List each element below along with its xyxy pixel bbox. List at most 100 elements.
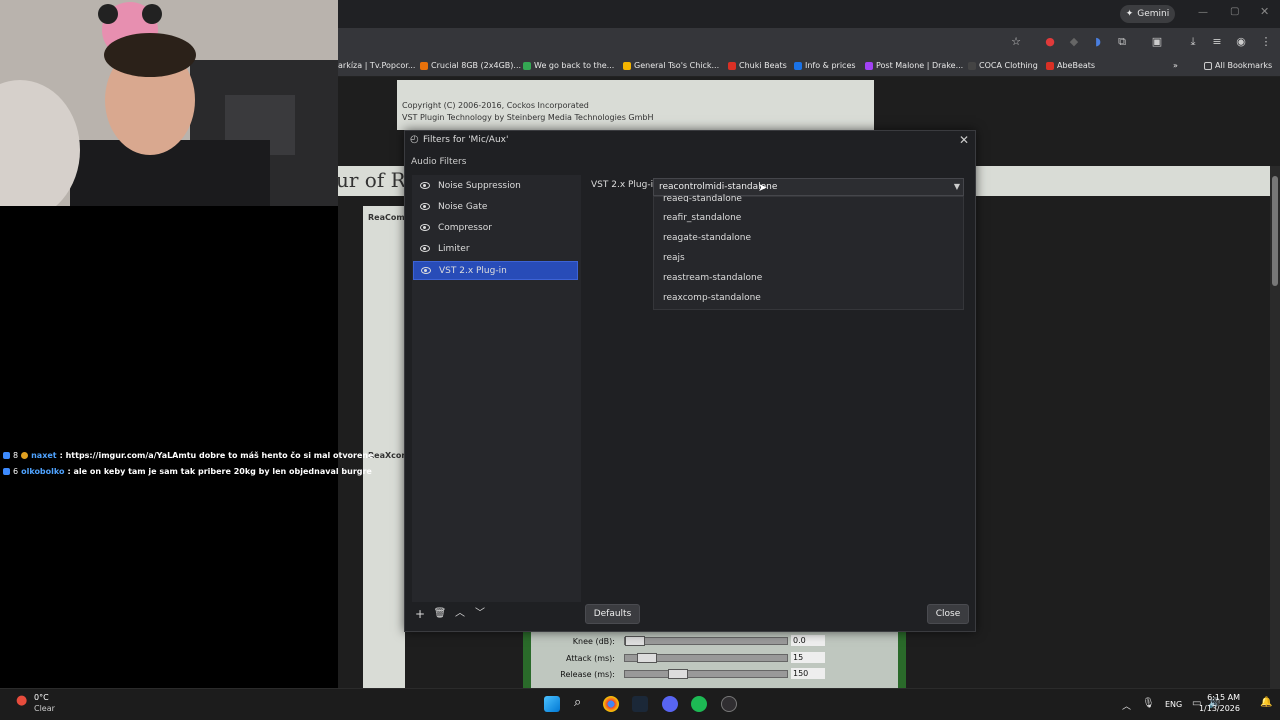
scrollbar-thumb[interactable] [1272, 176, 1278, 286]
slider-knob[interactable] [668, 669, 689, 679]
move-up-icon[interactable]: ︿ [452, 606, 468, 622]
bookmark-favicon-icon [728, 61, 736, 70]
filter-item[interactable]: Noise Suppression [413, 176, 578, 195]
bookmark-favicon-icon [1046, 61, 1054, 70]
chat-message: 6 olkobolko : ale on keby tam je sam tak… [3, 467, 372, 476]
download-icon[interactable]: ⤓ [1186, 35, 1200, 49]
defaults-button[interactable]: Defaults [585, 604, 640, 624]
filter-item[interactable]: Compressor [413, 218, 578, 237]
tray-overflow-icon[interactable]: ︿ [1122, 699, 1131, 712]
param-value[interactable]: 150 [791, 668, 825, 679]
document-header: Copyright (C) 2006-2016, Cockos Incorpor… [397, 80, 874, 130]
chat-badge-icon [21, 452, 29, 459]
remove-filter-button[interactable]: 🗑 [432, 606, 448, 622]
folder-icon [1204, 61, 1212, 70]
search-icon[interactable]: ⌕ [574, 695, 581, 710]
weather-description[interactable]: Clear [34, 704, 55, 713]
chat-message: 8 naxet : https://imgur.com/a/YaLAmtu do… [3, 451, 374, 460]
profile-avatar-icon[interactable]: ◉ [1234, 35, 1248, 49]
clock-time[interactable]: 6:15 AM [1204, 693, 1240, 702]
bookmark-item[interactable]: arkíza | Tv.Popcor... [338, 61, 415, 70]
bookmark-favicon-icon [794, 61, 802, 70]
visibility-eye-icon[interactable] [420, 182, 430, 189]
chat-username[interactable]: olkobolko [21, 467, 64, 476]
slider-knob[interactable] [625, 636, 645, 646]
steam-icon[interactable] [632, 696, 648, 712]
extension-icon[interactable]: ◆ [1067, 35, 1081, 49]
param-value[interactable]: 0.0 [791, 635, 825, 646]
param-slider[interactable] [624, 669, 788, 679]
chat-text: : ale on keby tam je sam tak pribere 20k… [67, 467, 372, 476]
param-label: Release (ms): [560, 670, 615, 679]
extension-icon[interactable]: ◗ [1091, 35, 1105, 49]
bookmarks-overflow-icon[interactable]: » [1173, 61, 1178, 70]
dropdown-option[interactable]: reastream-standalone [663, 273, 762, 283]
dropdown-option[interactable]: reagate-standalone [663, 233, 751, 243]
bookmark-item[interactable]: We go back to the... [523, 61, 614, 70]
notification-bell-icon[interactable]: 🔔 [1260, 697, 1272, 708]
filter-item-selected[interactable]: VST 2.x Plug-in [413, 261, 578, 280]
bookmark-item[interactable]: Chuki Beats [728, 61, 787, 70]
dropdown-option[interactable]: reajs [663, 253, 685, 263]
bookmark-item[interactable]: COCA Clothing [968, 61, 1038, 70]
all-bookmarks[interactable]: All Bookmarks [1204, 61, 1272, 70]
bookmark-favicon-icon [623, 61, 631, 70]
param-value[interactable]: 15 [791, 652, 825, 663]
filter-item[interactable]: Limiter [413, 239, 578, 258]
bookmark-item[interactable]: AbeBeats [1046, 61, 1095, 70]
maximize-icon[interactable]: ▢ [1230, 6, 1239, 17]
discord-icon[interactable] [662, 696, 678, 712]
slider-knob[interactable] [636, 653, 657, 663]
close-window-icon[interactable]: ✕ [1260, 5, 1269, 18]
visibility-eye-icon[interactable] [420, 245, 430, 252]
gemini-icon: ✦ [1125, 9, 1134, 19]
param-slider[interactable] [624, 653, 788, 663]
dropdown-option[interactable]: reaeq-standalone [663, 194, 742, 202]
chevron-down-icon: ▼ [953, 182, 960, 191]
visibility-eye-icon[interactable] [420, 203, 430, 210]
chrome-icon[interactable] [603, 696, 619, 712]
obs-icon[interactable] [721, 696, 737, 712]
param-label: Attack (ms): [566, 654, 615, 663]
gemini-button[interactable]: ✦ Gemini [1120, 5, 1175, 23]
param-slider[interactable] [624, 636, 788, 646]
language-indicator[interactable]: ENG [1165, 700, 1182, 709]
extension-icon[interactable]: ● [1043, 35, 1057, 49]
move-down-icon[interactable]: ﹀ [472, 606, 488, 622]
section-title: ReaCom [368, 213, 405, 222]
chat-username[interactable]: naxet [31, 451, 57, 460]
chat-badge-icon [3, 452, 10, 459]
bookmark-item[interactable]: Post Malone | Drake... [865, 61, 963, 70]
mouse-cursor-icon: ➤ [758, 181, 768, 194]
bookmark-item[interactable]: Crucial 8GB (2x4GB)... [420, 61, 521, 70]
bookmark-star-icon[interactable]: ☆ [1009, 35, 1023, 49]
bookmark-item[interactable]: General Tso's Chick... [623, 61, 719, 70]
visibility-eye-icon[interactable] [421, 267, 431, 274]
close-button[interactable]: Close [927, 604, 969, 624]
dialog-title: Filters for 'Mic/Aux' [423, 135, 509, 145]
filter-label: Noise Gate [438, 201, 488, 212]
clock-date[interactable]: 1/13/2026 [1198, 704, 1240, 713]
microphone-icon[interactable]: 🎙 [1142, 698, 1155, 709]
gemini-label: Gemini [1137, 9, 1170, 19]
visibility-eye-icon[interactable] [420, 224, 430, 231]
weather-temperature[interactable]: 0°C [34, 693, 49, 702]
copyright-line: Copyright (C) 2006-2016, Cockos Incorpor… [402, 101, 589, 110]
add-filter-button[interactable]: + [412, 606, 428, 622]
bookmark-item[interactable]: Info & prices [794, 61, 856, 70]
dropdown-option[interactable]: reaxcomp-standalone [663, 293, 761, 303]
reading-list-icon[interactable]: ≡ [1210, 35, 1224, 49]
extensions-puzzle-icon[interactable]: ⧉ [1115, 35, 1129, 49]
dropdown-option[interactable]: reafir_standalone [663, 213, 741, 223]
document-body [363, 206, 405, 688]
spotify-icon[interactable] [691, 696, 707, 712]
sidepanel-icon[interactable]: ▣ [1150, 35, 1164, 49]
menu-kebab-icon[interactable]: ⋮ [1259, 35, 1273, 49]
start-windows-icon[interactable] [544, 696, 560, 712]
filter-label: Limiter [438, 243, 470, 254]
filter-item[interactable]: Noise Gate [413, 197, 578, 216]
close-icon[interactable]: ✕ [959, 133, 969, 147]
weather-icon[interactable]: ● [16, 693, 27, 708]
chat-text: : https://imgur.com/a/YaLAmtu dobre to m… [59, 451, 374, 460]
minimize-icon[interactable]: — [1198, 7, 1208, 18]
